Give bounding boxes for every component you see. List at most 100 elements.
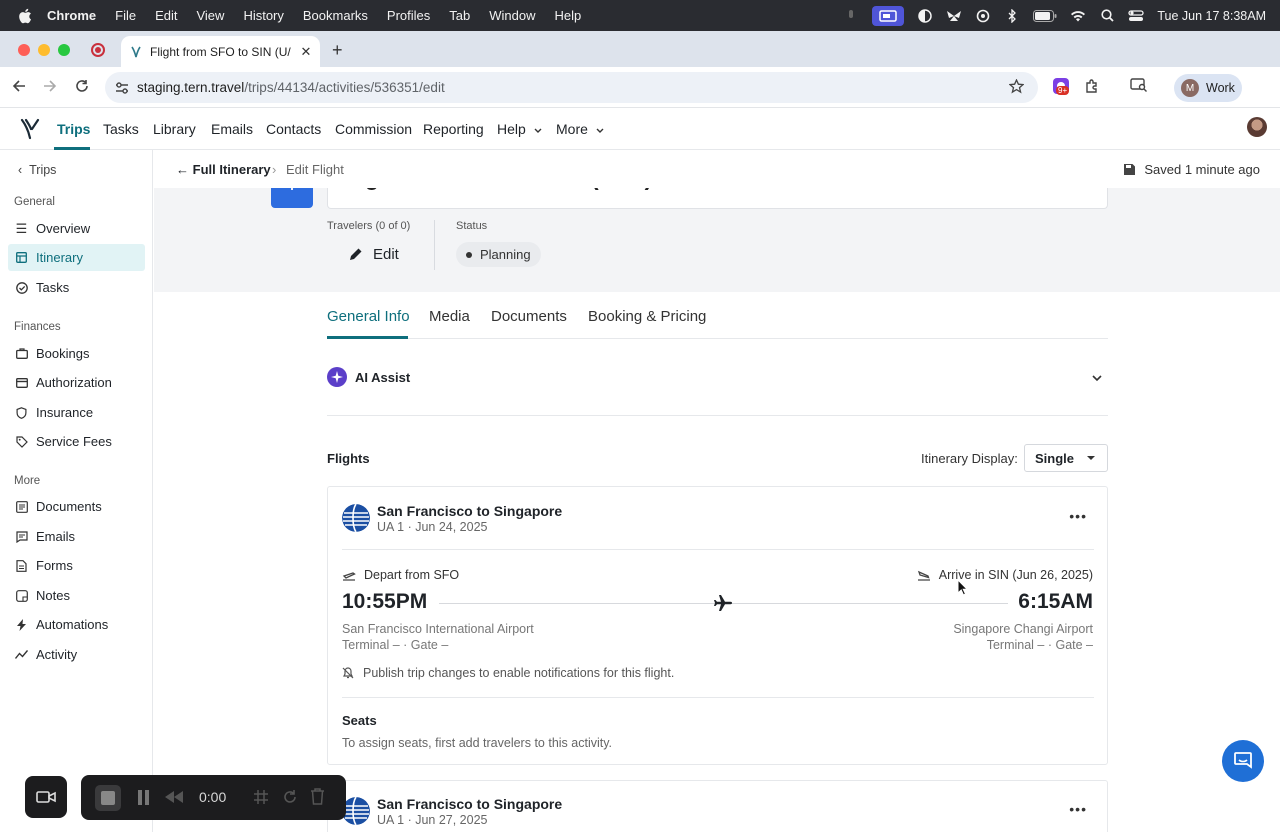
sidebar-item-label: Bookings [36, 346, 90, 361]
tab-documents[interactable]: Documents [491, 308, 567, 325]
address-bar[interactable]: staging.tern.travel/trips/44134/activiti… [105, 72, 1038, 103]
nav-emails[interactable]: Emails [211, 121, 253, 137]
menu-history[interactable]: History [243, 8, 283, 23]
nav-contacts[interactable]: Contacts [266, 121, 321, 137]
menu-app-name[interactable]: Chrome [47, 8, 96, 23]
tern-favicon-icon [131, 46, 141, 58]
forward-arrow-icon[interactable] [43, 79, 57, 98]
support-chat-button[interactable] [1222, 740, 1264, 782]
nav-commission[interactable]: Commission [335, 121, 412, 137]
back-to-trips-label: Trips [29, 163, 57, 177]
contrast-icon[interactable] [917, 8, 933, 23]
close-tab-icon[interactable]: ✕ [298, 44, 314, 60]
recording-indicator-icon[interactable] [91, 43, 105, 57]
itinerary-display-select[interactable]: Single [1024, 444, 1108, 472]
sidebar-item-documents[interactable]: Documents [8, 493, 145, 520]
nav-help-label: Help [497, 121, 526, 137]
sidebar-item-notes[interactable]: Notes [8, 582, 145, 609]
stop-recording-button[interactable] [95, 785, 121, 811]
sparkle-icon [327, 367, 347, 387]
back-to-trips-link[interactable]: ‹ Trips [18, 163, 56, 177]
restart-icon[interactable] [282, 789, 298, 808]
sidebar-item-automations[interactable]: Automations [8, 611, 145, 638]
sidebar-item-activity[interactable]: Activity [8, 641, 145, 668]
pause-icon[interactable] [137, 790, 151, 808]
card-divider [342, 697, 1094, 698]
menu-edit[interactable]: Edit [155, 8, 177, 23]
main-content: Flight from SFO to SIN (UA1) Travelers (… [154, 150, 1280, 832]
sidebar-item-forms[interactable]: Forms [8, 552, 145, 579]
sidebar-item-tasks[interactable]: Tasks [8, 274, 145, 301]
pencil-icon [350, 248, 362, 260]
tab-general-info[interactable]: General Info [327, 308, 410, 325]
sidebar-item-insurance[interactable]: Insurance [8, 399, 145, 426]
nav-reporting[interactable]: Reporting [423, 121, 484, 137]
bookmark-star-icon[interactable] [1008, 78, 1025, 97]
status-badge[interactable]: Planning [456, 242, 541, 267]
more-options-icon[interactable]: ••• [1069, 508, 1087, 524]
tern-logo-icon[interactable] [20, 118, 40, 143]
control-center-icon[interactable] [1128, 9, 1145, 23]
zoom-window-button[interactable] [58, 44, 70, 56]
chevron-down-icon [534, 128, 542, 133]
sidebar-item-overview[interactable]: ☰ Overview [8, 215, 145, 242]
new-tab-icon[interactable]: + [332, 40, 343, 61]
email-icon [15, 530, 28, 543]
menu-window[interactable]: Window [489, 8, 535, 23]
menu-profiles[interactable]: Profiles [387, 8, 430, 23]
sidebar-item-itinerary[interactable]: Itinerary [8, 244, 145, 271]
chatgpt-icon[interactable] [975, 9, 991, 23]
user-avatar[interactable] [1247, 117, 1267, 137]
butterfly-icon[interactable] [946, 9, 962, 23]
tab-media[interactable]: Media [429, 308, 470, 325]
nav-tasks[interactable]: Tasks [103, 121, 139, 137]
check-circle-icon [15, 281, 28, 294]
close-window-button[interactable] [18, 44, 30, 56]
battery-icon[interactable] [1033, 9, 1057, 23]
back-arrow-icon[interactable] [12, 79, 26, 98]
url-host: staging.tern.travel [137, 80, 245, 95]
apple-icon[interactable] [18, 8, 32, 24]
sidebar-item-bookings[interactable]: Bookings [8, 340, 145, 367]
sidebar-item-authorization[interactable]: Authorization [8, 369, 145, 396]
flights-heading: Flights [327, 451, 370, 466]
nav-library[interactable]: Library [153, 121, 196, 137]
nav-help[interactable]: Help [497, 121, 542, 137]
wifi-icon[interactable] [1070, 9, 1086, 23]
menu-file[interactable]: File [115, 8, 136, 23]
camera-toggle-button[interactable] [25, 776, 67, 818]
edit-travelers-button[interactable]: Edit [348, 246, 399, 263]
minimize-window-button[interactable] [38, 44, 50, 56]
menu-help[interactable]: Help [555, 8, 582, 23]
profile-button[interactable]: M Work [1174, 74, 1242, 102]
extensions-puzzle-icon[interactable] [1084, 78, 1100, 97]
microphone-icon[interactable] [843, 9, 859, 23]
trash-icon[interactable] [310, 788, 325, 808]
grid-icon[interactable] [253, 789, 269, 808]
screen-share-icon[interactable] [872, 5, 905, 26]
site-settings-icon[interactable] [115, 81, 131, 94]
nav-more[interactable]: More [556, 121, 604, 137]
bluetooth-icon[interactable] [1004, 8, 1020, 23]
united-airlines-logo [342, 797, 370, 825]
menu-tab[interactable]: Tab [449, 8, 470, 23]
breadcrumb-full-itinerary[interactable]: ← Full Itinerary [176, 162, 271, 177]
sidebar-item-label: Service Fees [36, 434, 112, 449]
ai-assist-panel[interactable]: AI Assist [327, 340, 1108, 416]
depart-header: Depart from SFO [342, 568, 459, 582]
sidebar-item-service-fees[interactable]: Service Fees [8, 428, 145, 455]
menu-bookmarks[interactable]: Bookmarks [303, 8, 368, 23]
browser-tab-active[interactable]: Flight from SFO to SIN (U/ ✕ [121, 36, 320, 67]
sidebar-item-label: Emails [36, 529, 76, 544]
rewind-icon[interactable] [165, 791, 183, 806]
menu-view[interactable]: View [196, 8, 224, 23]
reload-icon[interactable] [75, 79, 89, 98]
tab-booking-pricing[interactable]: Booking & Pricing [588, 308, 706, 325]
more-options-icon[interactable]: ••• [1069, 801, 1087, 817]
nav-trips[interactable]: Trips [57, 121, 90, 137]
spotlight-search-icon[interactable] [1099, 9, 1115, 23]
tab-search-icon[interactable] [1130, 78, 1148, 95]
chevron-down-icon[interactable] [1092, 370, 1102, 385]
sidebar-item-emails[interactable]: Emails [8, 523, 145, 550]
menubar-clock[interactable]: Tue Jun 17 8:38AM [1157, 9, 1266, 23]
